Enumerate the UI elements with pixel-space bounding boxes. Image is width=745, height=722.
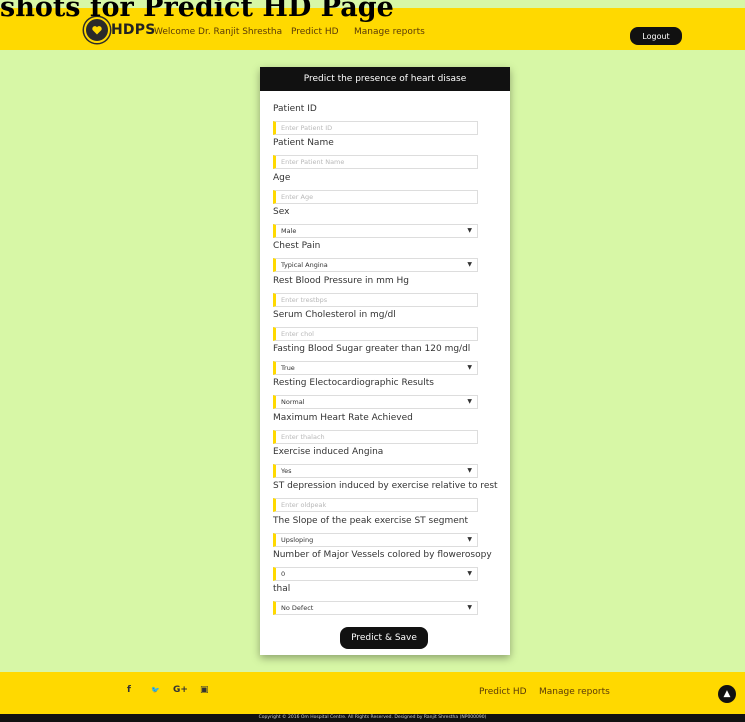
input-field[interactable]: Enter trestbps xyxy=(273,292,478,307)
form-title: Predict the presence of heart disase xyxy=(260,67,510,91)
chevron-down-icon: ▼ xyxy=(467,261,472,269)
select-value: Typical Angina xyxy=(281,261,328,270)
field-label: The Slope of the peak exercise ST segmen… xyxy=(273,515,468,526)
nav-predict-hd[interactable]: Predict HD xyxy=(291,27,339,37)
field-label: Sex xyxy=(273,206,290,217)
select-field[interactable]: Yes ▼ xyxy=(273,464,478,478)
field-label: Patient ID xyxy=(273,104,317,114)
input-placeholder: Enter trestbps xyxy=(281,295,328,304)
arrow-up-icon: ▲ xyxy=(723,689,731,699)
field-label: Number of Major Vessels colored by flowe… xyxy=(273,549,492,560)
page-caption: shots for Predict HD Page xyxy=(0,0,394,23)
field-label: Resting Electocardiographic Results xyxy=(273,378,434,389)
predict-save-button[interactable]: Predict & Save xyxy=(340,627,428,649)
facebook-icon[interactable]: f xyxy=(127,685,131,695)
field-label: Fasting Blood Sugar greater than 120 mg/… xyxy=(273,344,471,355)
input-placeholder: Enter thalach xyxy=(281,432,325,441)
chevron-down-icon: ▼ xyxy=(467,364,472,372)
scroll-top-button[interactable]: ▲ xyxy=(718,685,736,703)
chevron-down-icon: ▼ xyxy=(467,569,472,577)
field-label: Exercise induced Angina xyxy=(273,447,384,457)
select-value: Male xyxy=(281,226,297,235)
input-field[interactable]: Enter Age xyxy=(273,189,478,204)
copyright: Copyright © 2016 Om Hospital Centre. All… xyxy=(0,714,745,722)
select-value: Normal xyxy=(281,398,305,407)
input-field[interactable]: Enter oldpeak xyxy=(273,498,478,513)
input-placeholder: Enter Age xyxy=(281,192,314,201)
select-value: 0 xyxy=(281,569,286,578)
field-label: Serum Cholesterol in mg/dl xyxy=(273,309,396,320)
field-label: Rest Blood Pressure in mm Hg xyxy=(273,275,409,286)
input-placeholder: Enter Patient ID xyxy=(281,124,333,132)
logo-text: HDPS xyxy=(111,22,156,38)
input-field[interactable]: Enter thalach xyxy=(273,429,478,444)
input-field[interactable]: Enter chol xyxy=(273,326,478,341)
field-label: Patient Name xyxy=(273,138,334,149)
welcome-text: Welcome Dr. Ranjit Shrestha xyxy=(154,27,283,37)
select-field[interactable]: Typical Angina ▼ xyxy=(273,258,478,273)
select-field[interactable]: 0 ▼ xyxy=(273,566,478,581)
input-field[interactable]: Enter Patient Name xyxy=(273,155,478,170)
logout-button[interactable]: Logout xyxy=(630,27,682,45)
select-field[interactable]: No Defect ▼ xyxy=(273,601,478,616)
input-field[interactable]: Enter Patient ID xyxy=(273,121,478,135)
field-label: Chest Pain xyxy=(273,241,321,252)
chevron-down-icon: ▼ xyxy=(467,226,472,234)
twitter-icon[interactable]: 🐦 xyxy=(151,686,160,694)
footer-link-manage-reports[interactable]: Manage reports xyxy=(539,687,610,697)
select-field[interactable]: Male ▼ xyxy=(273,223,478,238)
input-placeholder: Enter chol xyxy=(281,329,314,338)
chevron-down-icon: ▼ xyxy=(467,467,472,474)
select-value: Yes xyxy=(281,467,292,475)
select-field[interactable]: Upsloping ▼ xyxy=(273,532,478,547)
select-field[interactable]: True ▼ xyxy=(273,361,478,376)
select-value: Upsloping xyxy=(281,535,314,544)
chevron-down-icon: ▼ xyxy=(467,604,472,612)
footer: f 🐦 G+ ▣ Predict HD Manage reports ▲ xyxy=(0,672,745,714)
field-label: Maximum Heart Rate Achieved xyxy=(273,412,413,423)
select-value: True xyxy=(281,364,295,373)
google-plus-icon[interactable]: G+ xyxy=(173,685,188,695)
input-placeholder: Enter Patient Name xyxy=(281,158,345,167)
select-value: No Defect xyxy=(281,604,314,613)
field-label: ST depression induced by exercise relati… xyxy=(273,481,498,492)
input-placeholder: Enter oldpeak xyxy=(281,501,327,510)
youtube-icon[interactable]: ▣ xyxy=(200,685,209,695)
field-label: thal xyxy=(273,584,291,595)
prediction-form-card: Predict the presence of heart disase Pat… xyxy=(260,67,510,655)
footer-link-predict-hd[interactable]: Predict HD xyxy=(479,687,527,697)
chevron-down-icon: ▼ xyxy=(467,398,472,406)
chevron-down-icon: ▼ xyxy=(467,535,472,543)
field-label: Age xyxy=(273,172,291,183)
nav-manage-reports[interactable]: Manage reports xyxy=(354,27,425,37)
select-field[interactable]: Normal ▼ xyxy=(273,395,478,410)
